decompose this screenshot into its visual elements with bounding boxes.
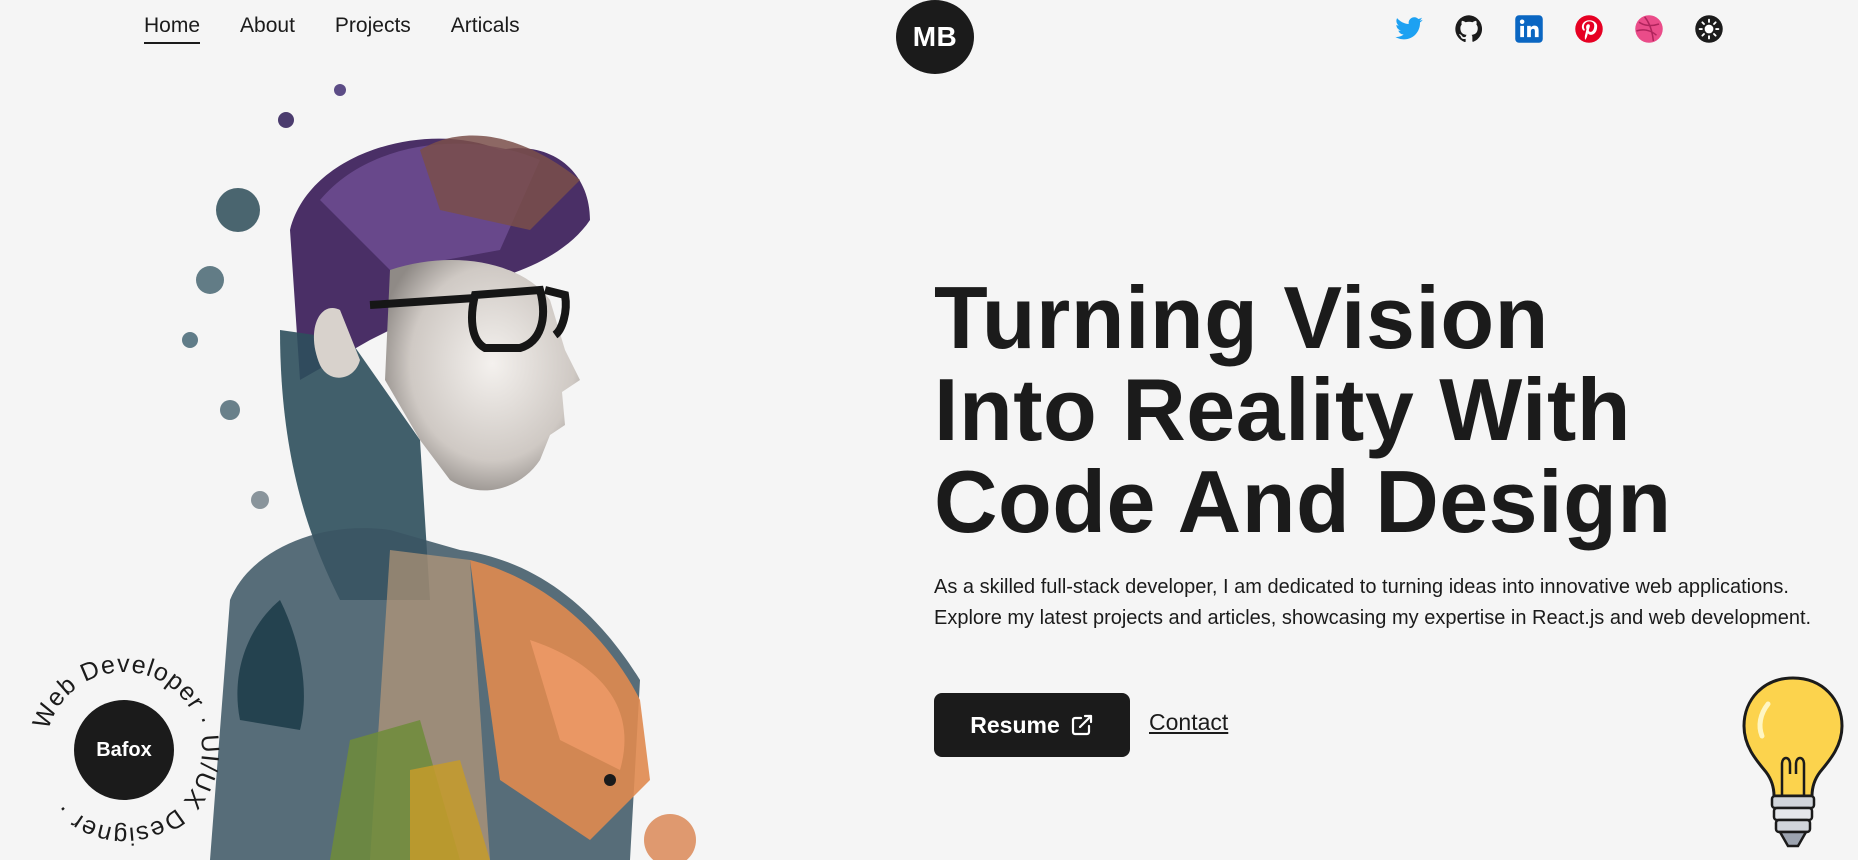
github-icon[interactable] <box>1454 14 1484 44</box>
role-badge: Web Developer · UI/UX Designer · Bafox <box>24 650 224 850</box>
external-link-icon <box>1071 714 1092 736</box>
pinterest-icon[interactable] <box>1574 14 1604 44</box>
nav-articals[interactable]: Articals <box>451 14 520 44</box>
hero-description: As a skilled full-stack developer, I am … <box>934 576 1812 629</box>
linkedin-icon[interactable] <box>1514 14 1544 44</box>
main-nav: Home About Projects Articals <box>144 14 520 44</box>
logo[interactable]: MB <box>896 0 974 74</box>
contact-link[interactable]: Contact <box>1149 709 1228 736</box>
hero-title-line-1: Turning Vision <box>934 268 1549 367</box>
dribbble-icon[interactable] <box>1634 14 1664 44</box>
hero-title: Turning Vision Into Reality With Code An… <box>934 272 1814 548</box>
page: Home About Projects Articals MB Web Deve… <box>0 0 1858 860</box>
theme-toggle-icon[interactable] <box>1694 14 1724 44</box>
resume-button[interactable]: Resume <box>934 693 1130 757</box>
nav-home[interactable]: Home <box>144 14 201 44</box>
badge-center[interactable]: Bafox <box>74 700 174 800</box>
twitter-icon[interactable] <box>1394 14 1424 44</box>
social-links <box>1394 14 1724 44</box>
resume-button-label: Resume <box>970 711 1060 738</box>
nav-about[interactable]: About <box>240 14 295 44</box>
lightbulb-icon <box>1742 676 1844 848</box>
hero-title-line-3: Code And Design <box>934 452 1672 551</box>
portrait-illustration <box>182 84 696 860</box>
nav-projects[interactable]: Projects <box>335 14 411 44</box>
hero-title-line-2: Into Reality With <box>934 360 1632 459</box>
